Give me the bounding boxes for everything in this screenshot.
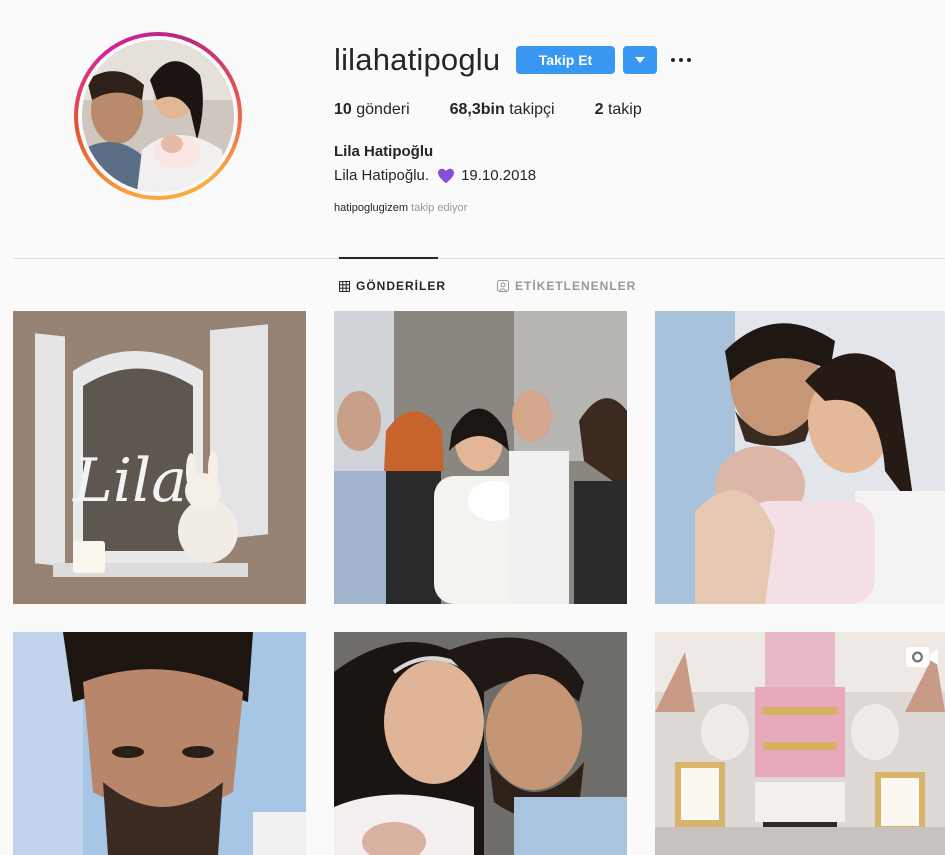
bio-text: Lila Hatipoğlu. — [334, 167, 430, 184]
following-stat[interactable]: 2 takip — [595, 101, 642, 119]
more-options-button[interactable] — [668, 50, 694, 70]
post-thumbnail[interactable] — [655, 632, 945, 855]
profile-username: lilahatipoglu — [334, 42, 501, 77]
profile-avatar-ring[interactable] — [74, 32, 242, 200]
tab-tagged[interactable]: ETİKETLENENLER — [497, 279, 636, 293]
profile-full-name: Lila Hatipoğlu — [334, 143, 434, 160]
post-thumbnail[interactable] — [334, 311, 627, 604]
video-camera-icon — [906, 647, 938, 667]
suggested-dropdown-button[interactable] — [623, 46, 657, 74]
tab-posts-label: GÖNDERİLER — [356, 279, 447, 293]
followers-label: takipçi — [509, 101, 555, 118]
follow-button[interactable]: Takip Et — [516, 46, 615, 74]
post-image-dessert-table — [655, 632, 945, 855]
post-thumbnail[interactable]: Lila — [13, 311, 306, 604]
followed-by-text: takip ediyor — [411, 202, 468, 214]
posts-stat: 10 gönderi — [334, 101, 410, 119]
tab-posts[interactable]: GÖNDERİLER — [339, 279, 446, 293]
bio-date: 19.10.2018 — [461, 167, 537, 184]
dot-icon — [679, 58, 683, 62]
post-image-father-closeup — [13, 632, 306, 855]
tabs-divider — [13, 258, 945, 259]
tagged-icon — [497, 280, 509, 292]
followers-count: 68,3bin — [449, 101, 505, 118]
profile-stats: 10 gönderi 68,3bin takipçi 2 takip — [334, 101, 682, 119]
grid-icon — [339, 280, 350, 292]
post-image-parents-newborn — [655, 311, 945, 604]
followed-by-user[interactable]: hatipoglugizem — [334, 202, 408, 214]
post-thumbnail[interactable] — [334, 632, 627, 855]
post-thumbnail[interactable] — [13, 632, 306, 855]
avatar[interactable] — [82, 40, 234, 192]
tab-tagged-label: ETİKETLENENLER — [515, 279, 637, 293]
post-image-couple-selfie — [334, 632, 627, 855]
post-image-nursery-shelf: Lila — [13, 311, 306, 604]
svg-text:Lila: Lila — [72, 446, 187, 516]
post-thumbnail[interactable] — [655, 311, 945, 604]
followers-stat[interactable]: 68,3bin takipçi — [450, 101, 555, 119]
following-label: takip — [607, 101, 642, 118]
posts-label: gönderi — [356, 101, 410, 118]
dot-icon — [671, 58, 675, 62]
dot-icon — [687, 58, 691, 62]
profile-bio: Lila Hatipoğlu. 19.10.2018 — [334, 167, 536, 184]
purple-heart-icon — [438, 168, 455, 183]
posts-count: 10 — [334, 101, 352, 118]
post-image-family-group — [334, 311, 627, 604]
active-tab-indicator — [339, 257, 438, 259]
chevron-down-icon — [635, 57, 645, 63]
following-count: 2 — [594, 101, 604, 118]
followed-by: hatipoglugizem takip ediyor — [334, 202, 467, 214]
